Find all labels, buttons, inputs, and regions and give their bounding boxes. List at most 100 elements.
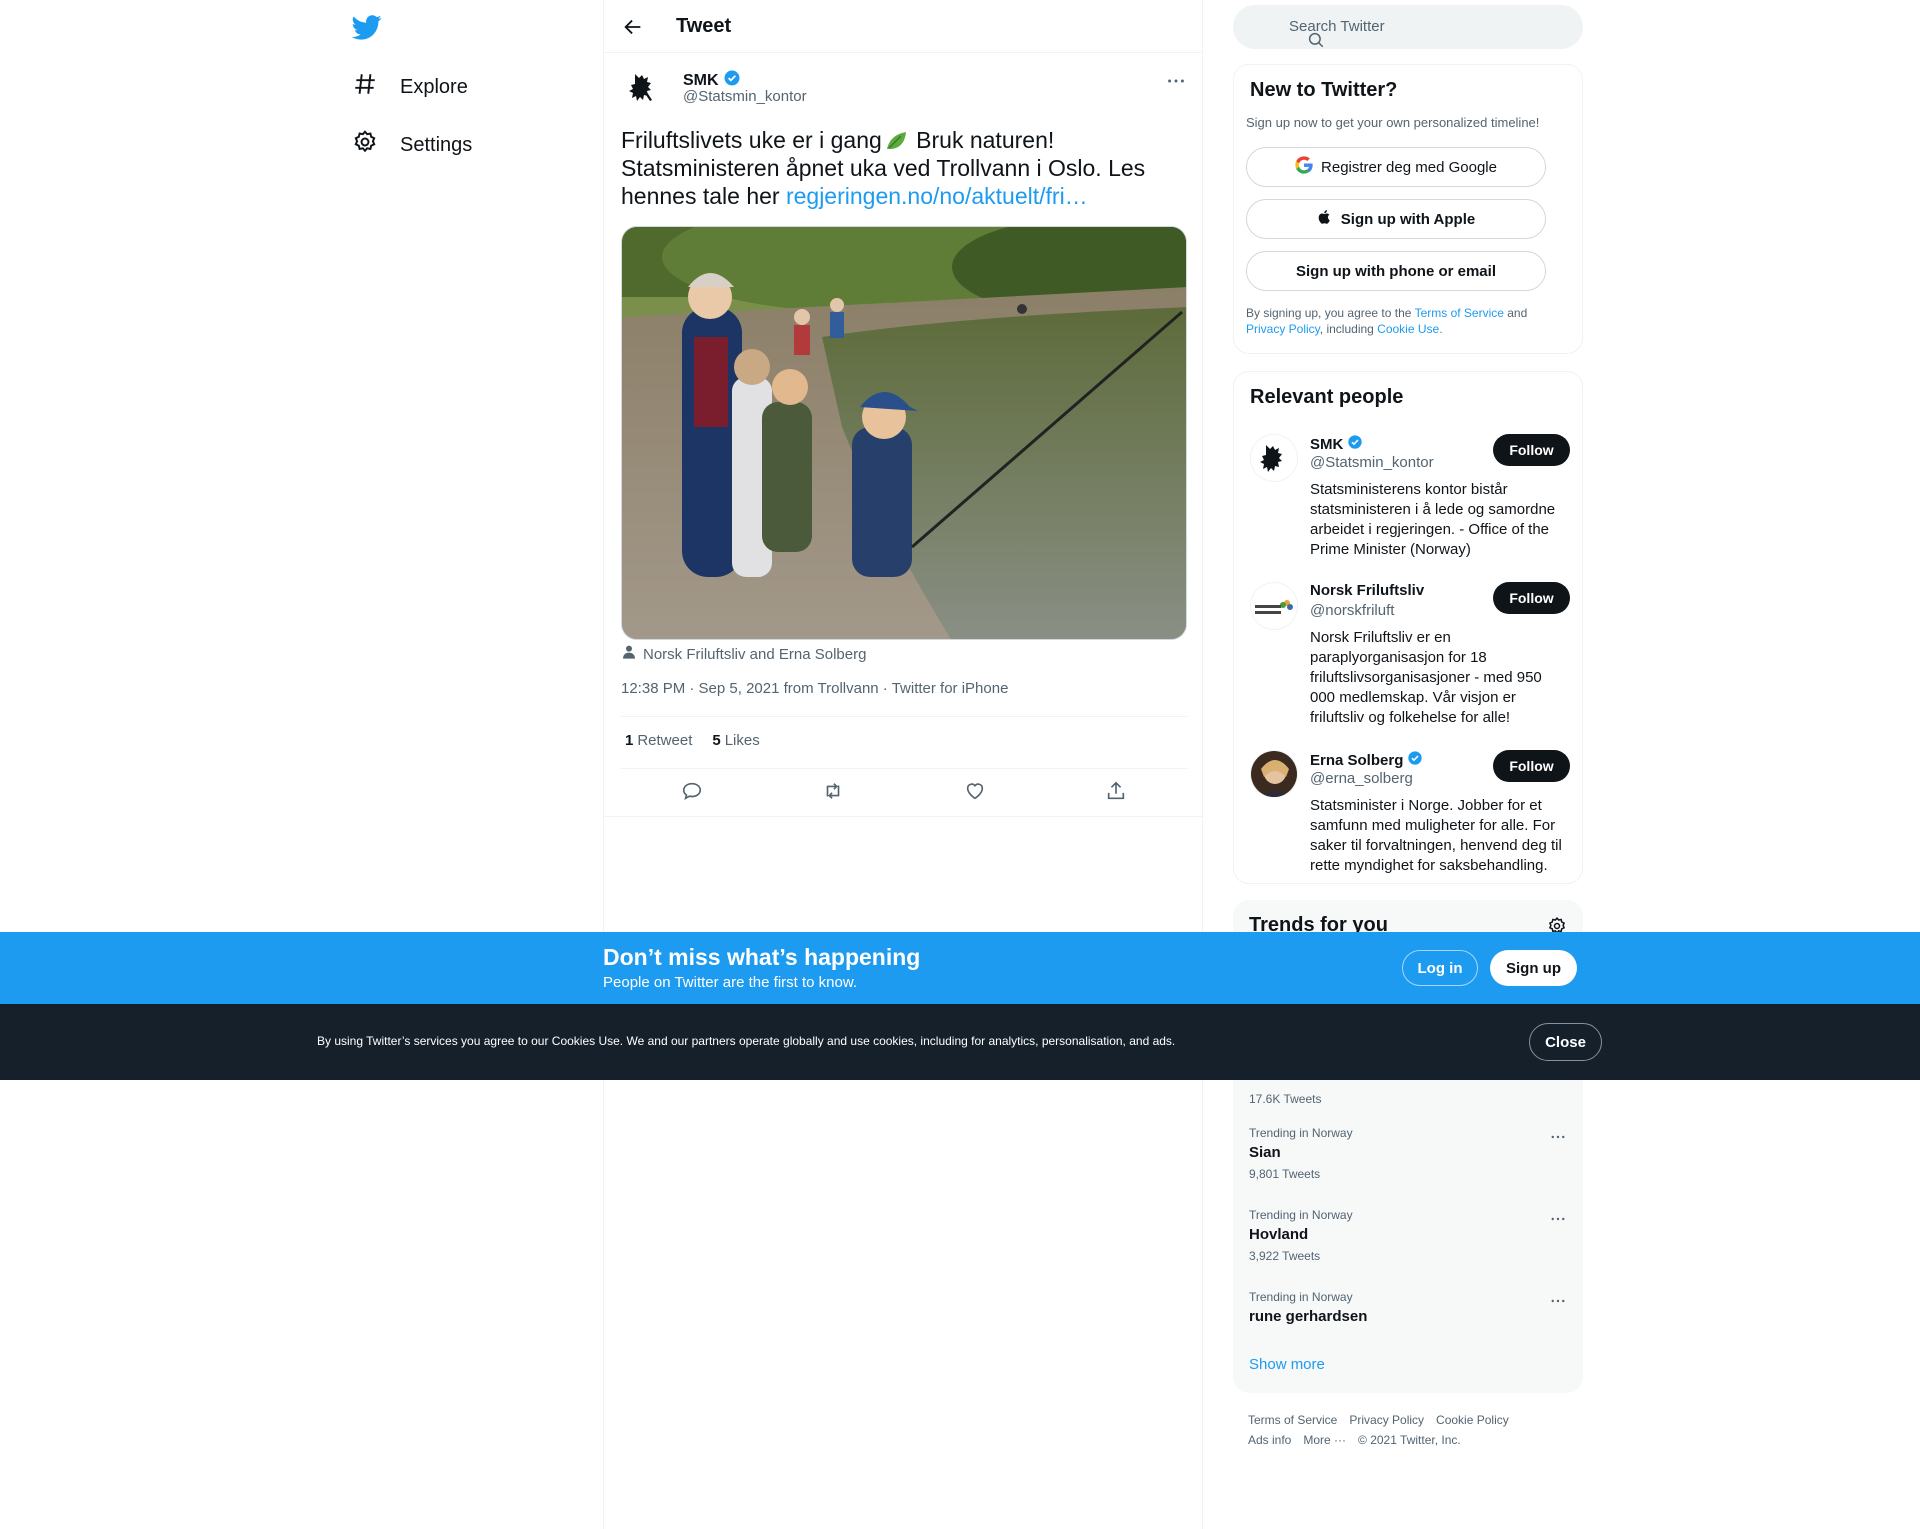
trend-context: Trending in Norway [1249, 1208, 1353, 1222]
person-name[interactable]: Norsk Friluftsliv [1310, 582, 1424, 599]
signup-subtitle: Sign up now to get your own personalized… [1246, 115, 1540, 130]
nav-item-explore[interactable]: Explore [352, 67, 468, 107]
tweet-stats: 1 Retweet 5 Likes [625, 732, 760, 749]
person-avatar[interactable] [1250, 582, 1298, 630]
likes-stat[interactable]: 5 Likes [712, 732, 759, 749]
signup-legal: By signing up, you agree to the Terms of… [1246, 305, 1572, 337]
trend-name: Hovland [1249, 1226, 1309, 1243]
relevant-people-card: Relevant people SMK @Statsmin_kontor Sta… [1233, 371, 1583, 884]
nav-label-settings: Settings [400, 133, 473, 156]
author-name-text: SMK [683, 71, 719, 89]
person-name-text: Norsk Friluftsliv [1310, 582, 1425, 599]
person-icon [621, 644, 637, 664]
tweet-actions [621, 780, 1187, 807]
person-handle[interactable]: @erna_solberg [1310, 770, 1413, 787]
login-button[interactable]: Log in [1402, 950, 1478, 986]
privacy-link[interactable]: Privacy Policy [1246, 322, 1320, 336]
like-heart-icon[interactable] [964, 780, 986, 807]
trend-name: Sian [1249, 1144, 1281, 1161]
signup-card: New to Twitter? Sign up now to get your … [1233, 64, 1583, 354]
apple-signup-label: Sign up with Apple [1340, 210, 1476, 228]
footer-copyright: © 2021 Twitter, Inc. [1358, 1433, 1461, 1447]
back-arrow-icon[interactable] [622, 16, 644, 38]
person-handle[interactable]: @Statsmin_kontor [1310, 454, 1434, 471]
retweets-stat[interactable]: 1 Retweet [625, 732, 692, 749]
cookie-banner: By using Twitter’s services you agree to… [0, 1004, 1920, 1080]
tagged-users[interactable]: Norsk Friluftsliv and Erna Solberg [621, 644, 866, 664]
tagged-users-text: Norsk Friluftsliv and Erna Solberg [643, 645, 867, 663]
share-icon[interactable] [1105, 780, 1127, 807]
footer-cookie-link[interactable]: Cookie Policy [1436, 1410, 1509, 1430]
likes-label: Likes [724, 732, 760, 749]
signup-title: New to Twitter? [1250, 79, 1398, 101]
follow-button[interactable]: Follow [1493, 582, 1570, 614]
nav-label-explore: Explore [400, 75, 468, 98]
signup-button[interactable]: Sign up [1490, 950, 1577, 986]
footer-privacy-link[interactable]: Privacy Policy [1349, 1410, 1424, 1430]
trend-item[interactable]: Trending in Norway rune gerhardsen [1249, 1290, 1567, 1325]
legal-text: and [1503, 306, 1528, 320]
person-bio: Norsk Friluftsliv er en paraplyorganisas… [1310, 629, 1542, 726]
bottom-signup-bar: Don’t miss what’s happening People on Tw… [0, 932, 1920, 1004]
person-name[interactable]: SMK [1310, 434, 1363, 454]
phone-signup-label: Sign up with phone or email [1295, 262, 1496, 280]
likes-count: 5 [712, 732, 721, 749]
bottom-bar-title: Don’t miss what’s happening [603, 944, 921, 970]
retweet-icon[interactable] [822, 780, 844, 807]
show-more-link[interactable]: Show more [1249, 1356, 1325, 1373]
author-handle[interactable]: @Statsmin_kontor [683, 88, 807, 105]
trend-context: Trending in Norway [1249, 1126, 1353, 1140]
google-icon [1295, 156, 1313, 178]
person-avatar[interactable] [1250, 750, 1298, 798]
lion-crest-icon [629, 74, 652, 101]
cookie-close-button[interactable]: Close [1529, 1023, 1602, 1061]
cookie-use-link[interactable]: Cookie Use. [1377, 322, 1442, 336]
more-options-icon[interactable] [1549, 1128, 1567, 1146]
author-avatar[interactable] [621, 66, 665, 110]
person-name-text: SMK [1310, 435, 1344, 453]
search-input[interactable]: Search Twitter [1233, 5, 1583, 49]
footer-ads-link[interactable]: Ads info [1248, 1430, 1291, 1450]
trend-item[interactable]: Trending in Norway Sian 9,801 Tweets [1249, 1126, 1567, 1181]
apple-signup-button[interactable]: Sign up with Apple [1246, 199, 1546, 239]
google-signup-button[interactable]: Registrer deg med Google [1246, 147, 1546, 187]
trend-name: rune gerhardsen [1249, 1308, 1368, 1325]
tweet-link[interactable]: regjeringen.no/no/aktuelt/fri… [786, 183, 1088, 209]
more-options-icon[interactable] [1549, 1210, 1567, 1228]
tweet-meta[interactable]: 12:38 PM · Sep 5, 2021 from Trollvann · … [621, 680, 1008, 697]
cookie-banner-text: By using Twitter’s services you agree to… [317, 1034, 1176, 1048]
tos-link[interactable]: Terms of Service [1415, 306, 1504, 320]
footer-more-link[interactable]: More ··· [1303, 1430, 1346, 1450]
apple-icon [1317, 208, 1333, 230]
tweet-photo[interactable] [621, 226, 1187, 640]
hashtag-icon [352, 71, 378, 103]
trend-count: 3,922 Tweets [1249, 1249, 1321, 1263]
bottom-bar-subtitle: People on Twitter are the first to know. [603, 974, 858, 991]
nav-item-settings[interactable]: Settings [352, 125, 472, 165]
follow-button[interactable]: Follow [1493, 750, 1570, 782]
tweet-text: Friluftslivets uke er i gang Bruk nature… [621, 126, 1161, 210]
person-handle[interactable]: @norskfriluft [1310, 602, 1394, 619]
reply-icon[interactable] [681, 780, 703, 807]
twitter-logo-icon[interactable] [351, 12, 382, 42]
more-options-icon[interactable] [1549, 1292, 1567, 1310]
footer-tos-link[interactable]: Terms of Service [1248, 1410, 1337, 1430]
person-bio: Statsministerens kontor bistår statsmini… [1310, 481, 1556, 558]
leaf-emoji-icon [882, 127, 910, 153]
google-signup-label: Registrer deg med Google [1321, 158, 1497, 176]
verified-badge-icon [1407, 750, 1423, 770]
gear-icon [352, 129, 378, 161]
trend-count: 9,801 Tweets [1249, 1167, 1321, 1181]
divider [604, 816, 1202, 817]
tweet-header: Tweet [604, 0, 1202, 53]
follow-button[interactable]: Follow [1493, 434, 1570, 466]
person-avatar[interactable] [1250, 434, 1298, 482]
trend-item[interactable]: Trending in Norway Hovland 3,922 Tweets [1249, 1208, 1567, 1263]
more-options-icon[interactable] [1165, 70, 1187, 92]
phone-email-signup-button[interactable]: Sign up with phone or email [1246, 251, 1546, 291]
retweets-label: Retweet [637, 732, 693, 749]
verified-badge-icon [1347, 434, 1363, 454]
page-title: Tweet [676, 15, 732, 37]
divider [621, 768, 1187, 769]
person-name[interactable]: Erna Solberg [1310, 750, 1423, 770]
